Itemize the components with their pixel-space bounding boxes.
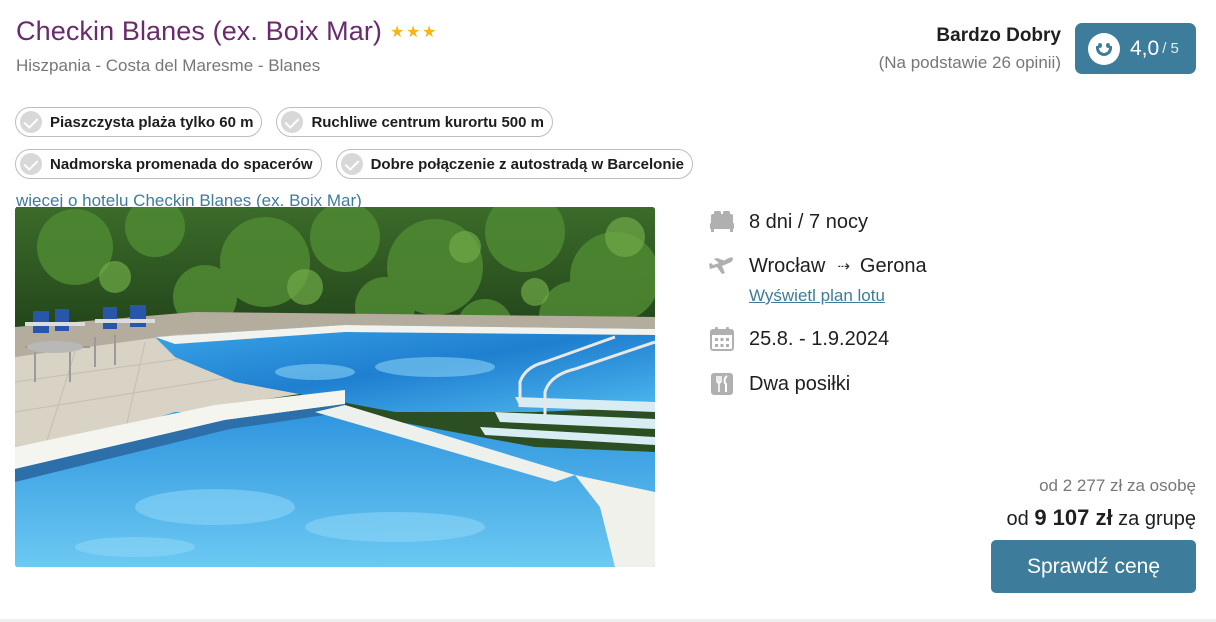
dates-row: 25.8. - 1.9.2024 [708, 325, 889, 353]
duration-text: 8 dni / 7 nocy [749, 210, 868, 233]
rating-score: 4,0 [1130, 36, 1160, 60]
route-arrow-icon: ⇢ [837, 258, 850, 275]
tag-label: Ruchliwe centrum kurortu 500 m [311, 113, 544, 131]
tag-beach: Piaszczysta plaża tylko 60 m [15, 107, 263, 137]
tag-label: Piaszczysta plaża tylko 60 m [50, 113, 254, 131]
flight-plan-link[interactable]: Wyświetl plan lotu [749, 286, 885, 306]
check-icon [281, 111, 304, 133]
meal-icon [711, 373, 733, 395]
airplane-icon [709, 257, 733, 274]
hotel-location: Hiszpania - Costa del Maresme - Blanes [16, 56, 321, 75]
price-group-prefix: od [1006, 508, 1035, 530]
tag-highway: Dobre połączenie z autostradą w Barcelon… [335, 149, 694, 179]
board-text: Dwa posiłki [749, 372, 851, 395]
tag-promenade: Nadmorska promenada do spacerów [15, 149, 322, 179]
hotel-tags: Piaszczysta plaża tylko 60 m Ruchliwe ce… [15, 107, 815, 211]
rating-max: / 5 [1162, 40, 1179, 57]
smile-face-icon [1088, 32, 1120, 65]
price-group: od 9 107 zł za grupę [1007, 505, 1196, 531]
hotel-name-link[interactable]: Checkin Blanes (ex. Boix Mar) [16, 16, 382, 47]
duration-row: 8 dni / 7 nocy [708, 208, 868, 236]
dates-text: 25.8. - 1.9.2024 [749, 327, 890, 350]
rating-section: Bardzo Dobry (Na podstawie 26 opinii) 4,… [879, 23, 1196, 74]
hotel-title-row: Checkin Blanes (ex. Boix Mar) ★ ★ ★ [16, 16, 437, 47]
price-per-person: od 2 277 zł za osobę [1039, 476, 1196, 495]
hotel-stars: ★ ★ ★ [390, 24, 437, 41]
tag-label: Dobre połączenie z autostradą w Barcelon… [370, 155, 685, 173]
board-row: Dwa posiłki [708, 370, 850, 398]
rating-basis[interactable]: (Na podstawie 26 opinii) [879, 52, 1061, 74]
arrival-city: Gerona [859, 254, 927, 277]
rating-label: Bardzo Dobry [936, 25, 1061, 46]
check-price-button[interactable]: Sprawdź cenę [991, 540, 1196, 593]
tag-label: Nadmorska promenada do spacerów [50, 155, 313, 173]
check-icon [340, 153, 363, 175]
price-block: od 2 277 zł za osobę od 9 107 zł za grup… [1007, 476, 1196, 531]
check-icon [20, 153, 42, 175]
tag-resort-center: Ruchliwe centrum kurortu 500 m [276, 107, 553, 137]
calendar-icon [710, 327, 734, 351]
star-icon: ★ [390, 24, 405, 41]
hotel-pool-image [15, 207, 655, 567]
hotel-photo[interactable] [15, 207, 655, 567]
bed-icon [710, 211, 734, 232]
rating-badge[interactable]: 4,0 / 5 [1075, 23, 1196, 74]
price-group-amount: 9 107 zł [1034, 505, 1113, 530]
flight-row: Wrocław ⇢ Gerona [708, 252, 927, 280]
star-icon: ★ [406, 24, 421, 41]
star-icon: ★ [422, 24, 437, 41]
departure-city: Wrocław [749, 254, 826, 277]
price-group-suffix: za grupę [1112, 508, 1196, 530]
check-icon [20, 111, 42, 133]
